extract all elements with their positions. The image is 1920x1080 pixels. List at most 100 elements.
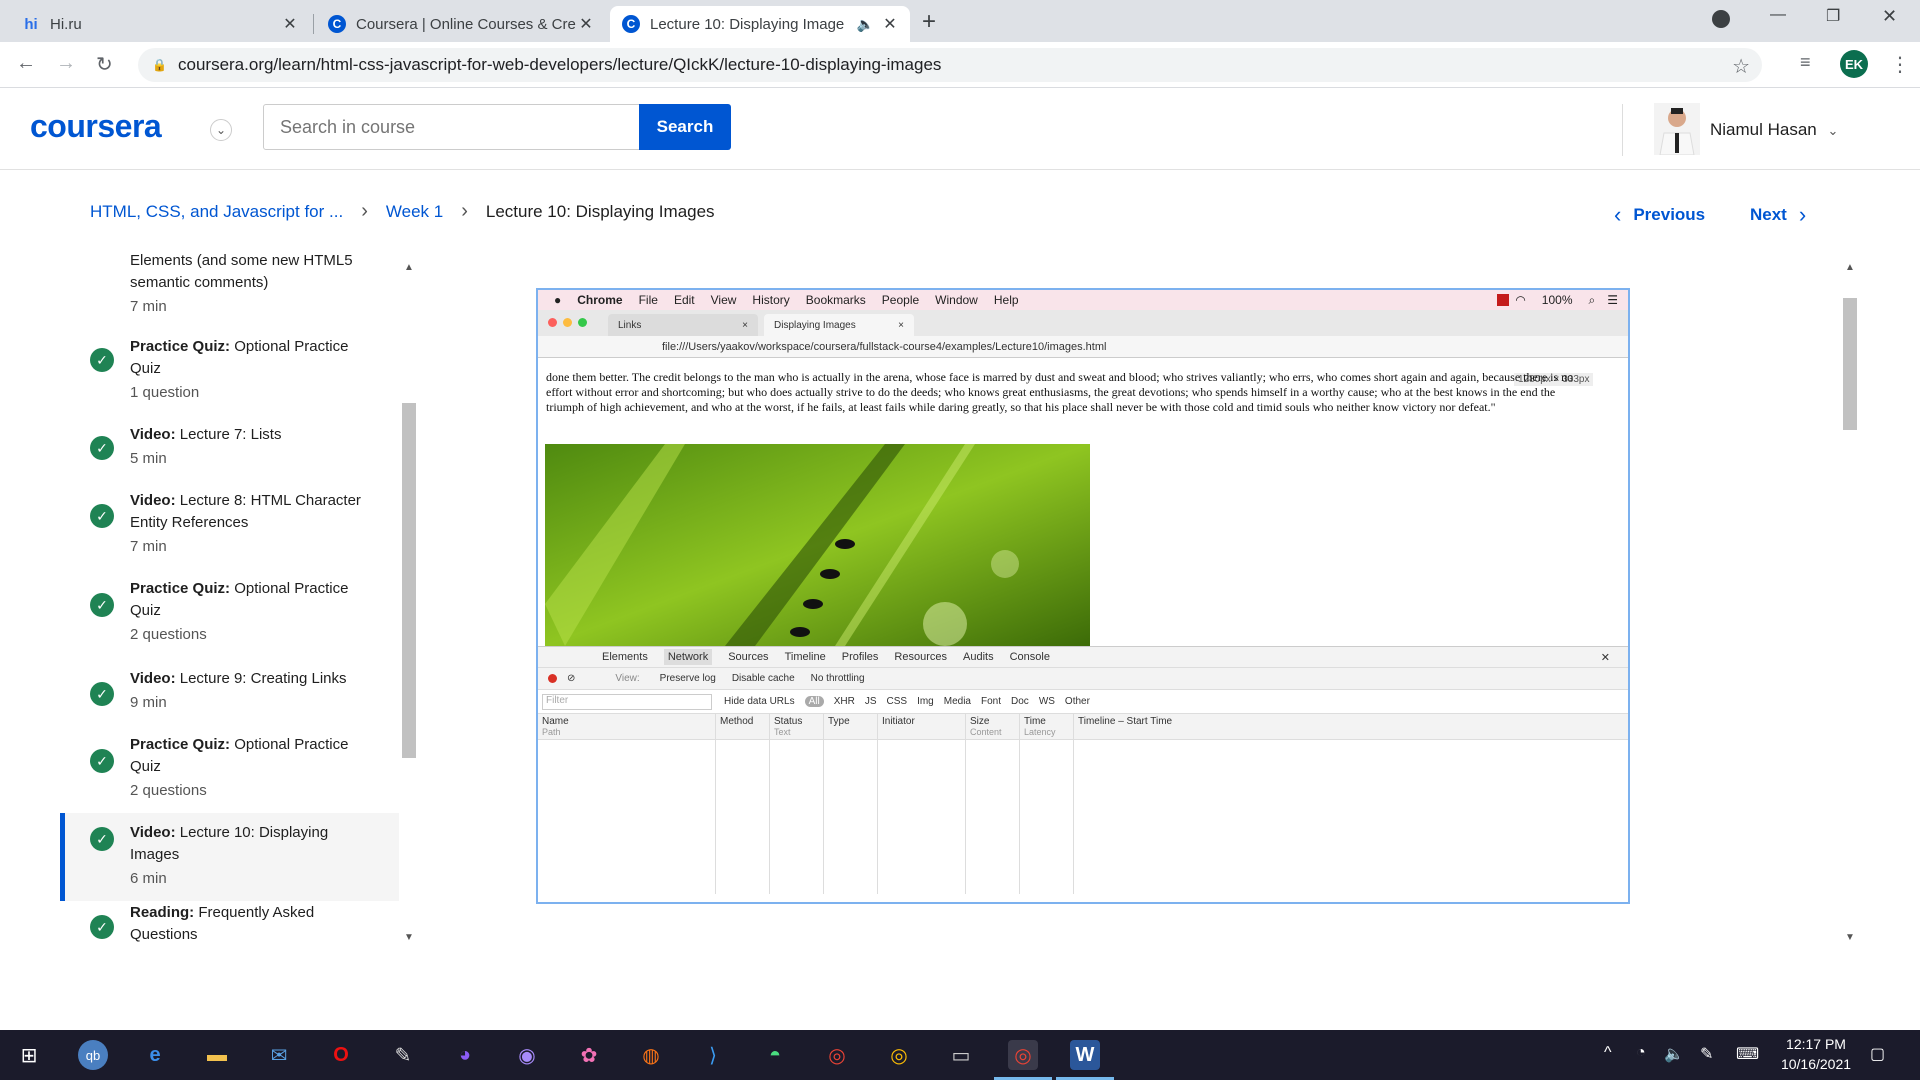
item-meta: 2 questions xyxy=(130,626,207,643)
qb-app-icon[interactable]: qb xyxy=(78,1040,108,1070)
browser-tab-coursera[interactable]: C Coursera | Online Courses & Cre ✕ xyxy=(316,6,606,42)
pen-icon[interactable]: ✎ xyxy=(1700,1044,1713,1064)
chrome-profile-icon[interactable]: ◎ xyxy=(884,1040,914,1070)
filter-type: Font xyxy=(981,696,1002,707)
globe-icon[interactable]: ◓ xyxy=(760,1040,790,1070)
completed-check-icon: ✓ xyxy=(90,827,114,851)
network-icon[interactable]: ◔ xyxy=(1636,1044,1646,1062)
keyboard-icon[interactable]: ⌨ xyxy=(1736,1044,1759,1064)
sidebar-scrollbar-thumb[interactable] xyxy=(402,403,416,758)
search-input[interactable] xyxy=(263,104,640,150)
scroll-up-arrow-icon[interactable]: ▲ xyxy=(404,262,414,273)
file-explorer-icon[interactable]: ▬ xyxy=(202,1040,232,1070)
sidebar-item[interactable]: ✓ Video: Lecture 9: Creating Links 9 min xyxy=(60,668,399,728)
edge-icon[interactable]: e xyxy=(140,1040,170,1070)
next-label: Next xyxy=(1750,205,1787,224)
coursera-header: coursera ⌄ Search Niamul Hasan ⌄ xyxy=(0,88,1920,170)
item-meta: 2 questions xyxy=(130,782,207,799)
hiru-favicon-icon: hi xyxy=(24,15,38,33)
filter-type: Media xyxy=(943,696,971,707)
inner-address-bar: file:///Users/yaakov/workspace/coursera/… xyxy=(538,336,1628,358)
messenger-icon[interactable]: ◕ xyxy=(450,1040,480,1070)
terminal-icon[interactable]: ▭ xyxy=(946,1040,976,1070)
user-avatar[interactable] xyxy=(1654,103,1700,155)
search-icon: ⌕ xyxy=(1588,292,1596,307)
github-icon[interactable]: ◉ xyxy=(512,1040,542,1070)
user-name[interactable]: Niamul Hasan ⌄ xyxy=(1710,120,1838,140)
breadcrumb-week[interactable]: Week 1 xyxy=(386,202,443,222)
browser-menu-icon[interactable]: ⋮ xyxy=(1890,52,1910,77)
notification-icon[interactable]: ▢ xyxy=(1870,1044,1885,1064)
close-tab-icon[interactable]: ✕ xyxy=(578,14,594,34)
sidebar-item[interactable]: ✓ Practice Quiz: Optional Practice Quiz … xyxy=(60,734,399,814)
taskbar-clock[interactable]: 12:17 PM 10/16/2021 xyxy=(1770,1034,1862,1074)
disable-cache-label: Disable cache xyxy=(731,673,795,684)
clock-time: 12:17 PM xyxy=(1786,1036,1846,1052)
chrome-active-icon[interactable]: ◎ xyxy=(1008,1040,1038,1070)
apple-icon: ● xyxy=(554,293,562,307)
sidebar-item-text: Reading: Frequently Asked Questions xyxy=(130,902,380,946)
inkscape-icon[interactable]: ✎ xyxy=(388,1040,418,1070)
sidebar-item-text: Practice Quiz: Optional Practice Quiz 1 … xyxy=(130,336,380,404)
restore-icon[interactable]: ❐ xyxy=(1826,6,1840,26)
scroll-down-arrow-icon[interactable]: ▼ xyxy=(404,932,414,943)
close-icon: × xyxy=(898,319,904,331)
new-tab-icon[interactable]: + xyxy=(922,8,936,36)
browser-tab-lecture[interactable]: C Lecture 10: Displaying Image 🔈 ✕ xyxy=(610,6,910,42)
sidebar-item[interactable]: ✓ Reading: Frequently Asked Questions xyxy=(60,904,399,950)
scroll-up-arrow-icon[interactable]: ▲ xyxy=(1845,262,1855,273)
mac-minimize-dot xyxy=(563,318,572,327)
opera-icon[interactable]: O xyxy=(326,1040,356,1070)
battery-level: 100% xyxy=(1541,293,1573,307)
reload-icon[interactable]: ↻ xyxy=(96,52,113,77)
sidebar-item[interactable]: ✓ Practice Quiz: Optional Practice Quiz … xyxy=(60,334,399,410)
chevron-up-icon[interactable]: ^ xyxy=(1604,1044,1612,1062)
browser-tab-hiru[interactable]: hi Hi.ru ✕ xyxy=(10,6,310,42)
chevron-right-icon: › xyxy=(361,200,368,222)
scroll-down-arrow-icon[interactable]: ▼ xyxy=(1845,932,1855,943)
col-method: Method xyxy=(720,716,753,727)
filter-type: Other xyxy=(1064,696,1090,707)
close-tab-icon[interactable]: ✕ xyxy=(882,14,898,34)
profile-avatar[interactable]: EK xyxy=(1840,50,1868,78)
minimize-icon[interactable]: — xyxy=(1770,6,1786,24)
close-window-icon[interactable]: ✕ xyxy=(1882,6,1897,27)
forward-arrow-icon[interactable]: → xyxy=(56,52,76,75)
column-divider xyxy=(823,714,824,894)
coursera-logo[interactable]: coursera xyxy=(30,108,162,145)
firefox-icon[interactable]: ◍ xyxy=(636,1040,666,1070)
chrome-icon[interactable]: ◎ xyxy=(822,1040,852,1070)
completed-check-icon: ✓ xyxy=(90,348,114,372)
breadcrumb-course[interactable]: HTML, CSS, and Javascript for ... xyxy=(90,202,343,222)
sidebar-item[interactable]: ✓ Video: Lecture 8: HTML Character Entit… xyxy=(60,490,399,570)
windows-start-icon[interactable]: ⊞ xyxy=(14,1040,44,1070)
sidebar-item-active[interactable]: ✓ Video: Lecture 10: Displaying Images 6… xyxy=(60,813,399,901)
previous-button[interactable]: ‹ Previous xyxy=(1614,202,1705,228)
tab-search-icon[interactable] xyxy=(1712,10,1730,28)
quote-text: done them better. The credit belongs to … xyxy=(546,370,1574,414)
next-button[interactable]: Next › xyxy=(1750,202,1806,228)
search-button[interactable]: Search xyxy=(639,104,731,150)
media-queue-icon[interactable]: ≡ xyxy=(1800,52,1811,73)
bookmark-star-icon[interactable]: ☆ xyxy=(1732,54,1750,79)
view-label: View: xyxy=(615,673,640,684)
chevron-down-icon[interactable]: ⌄ xyxy=(210,119,232,141)
inner-tab-links: Links × xyxy=(608,314,758,336)
speaker-icon[interactable]: 🔈 xyxy=(857,16,874,33)
page-scrollbar-thumb[interactable] xyxy=(1843,298,1857,430)
vscode-icon[interactable]: ⟩ xyxy=(698,1040,728,1070)
paint-icon[interactable]: ✿ xyxy=(574,1040,604,1070)
mail-icon[interactable]: ✉ xyxy=(264,1040,294,1070)
filter-type: Img xyxy=(917,696,934,707)
col-label: Size xyxy=(970,716,990,727)
word-icon[interactable]: W xyxy=(1070,1040,1100,1070)
volume-icon[interactable]: 🔈 xyxy=(1664,1044,1684,1064)
address-bar[interactable]: 🔒 coursera.org/learn/html-css-javascript… xyxy=(138,48,1762,82)
sidebar-item[interactable]: ✓ Video: Lecture 7: Lists 5 min xyxy=(60,422,399,482)
col-label: Initiator xyxy=(882,716,915,727)
video-player[interactable]: ● Chrome File Edit View History Bookmark… xyxy=(536,288,1630,904)
close-tab-icon[interactable]: ✕ xyxy=(282,14,298,34)
sidebar-item[interactable]: Elements (and some new HTML5 semantic co… xyxy=(60,250,399,320)
sidebar-item[interactable]: ✓ Practice Quiz: Optional Practice Quiz … xyxy=(60,578,399,658)
back-arrow-icon[interactable]: ← xyxy=(16,52,36,75)
